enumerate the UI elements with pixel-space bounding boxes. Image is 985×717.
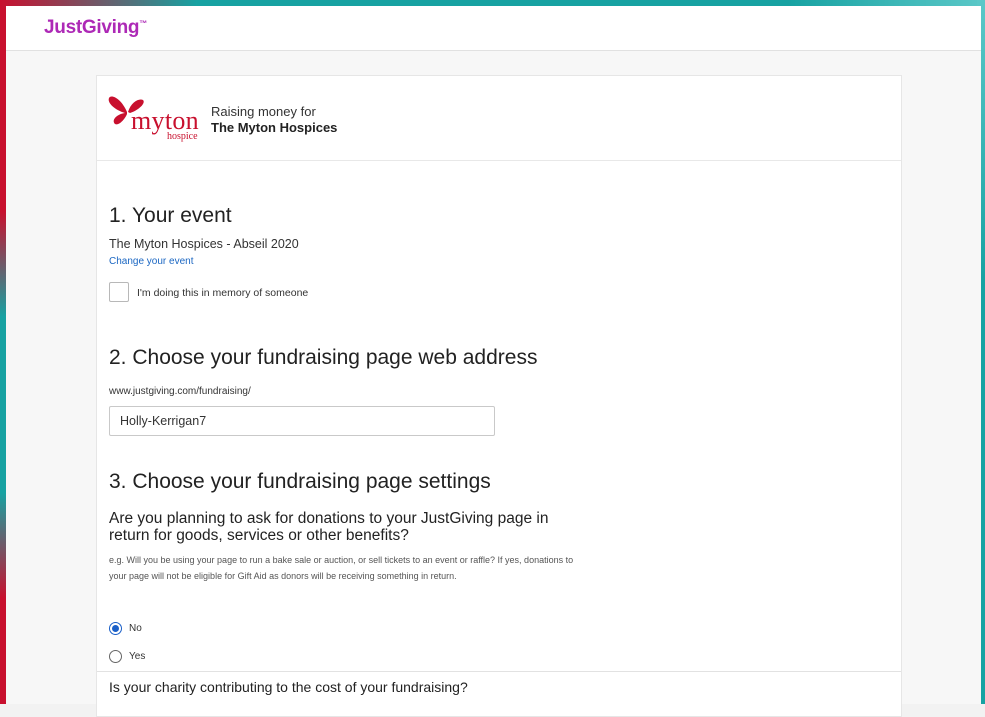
change-event-link[interactable]: Change your event: [109, 256, 194, 267]
radio-no[interactable]: [109, 622, 122, 635]
charity-header: myton hospice Raising money for The Myto…: [97, 76, 901, 161]
url-prefix: www.justgiving.com/fundraising/: [109, 386, 251, 397]
page-address-input[interactable]: [109, 406, 495, 436]
radio-yes[interactable]: [109, 650, 122, 663]
charity-logo-sub: hospice: [167, 131, 198, 142]
logo-text: JustGiving: [44, 17, 140, 38]
charity-logo: myton hospice: [107, 92, 203, 144]
section3-heading: 3. Choose your fundraising page settings: [109, 470, 491, 493]
charity-cost-question: Is your charity contributing to the cost…: [109, 679, 468, 695]
event-name: The Myton Hospices - Abseil 2020: [109, 237, 299, 251]
memory-checkbox-label[interactable]: I'm doing this in memory of someone: [137, 287, 308, 299]
radio-yes-label[interactable]: Yes: [129, 651, 145, 662]
donations-question: Are you planning to ask for donations to…: [109, 510, 549, 544]
page: JustGiving™ myton hospice Raising money …: [6, 6, 981, 717]
memory-checkbox[interactable]: [109, 282, 129, 302]
section1-heading: 1. Your event: [109, 204, 232, 227]
raising-label: Raising money for: [211, 104, 316, 119]
top-bar: JustGiving™: [6, 6, 981, 51]
form-card: myton hospice Raising money for The Myto…: [96, 75, 902, 717]
donations-helper-text: e.g. Will you be using your page to run …: [109, 555, 574, 581]
charity-name: The Myton Hospices: [211, 120, 338, 135]
logo-trademark: ™: [139, 19, 147, 28]
radio-no-label[interactable]: No: [129, 623, 142, 634]
justgiving-logo[interactable]: JustGiving™: [44, 17, 147, 39]
section-divider: [97, 671, 901, 672]
section2-heading: 2. Choose your fundraising page web addr…: [109, 346, 538, 369]
